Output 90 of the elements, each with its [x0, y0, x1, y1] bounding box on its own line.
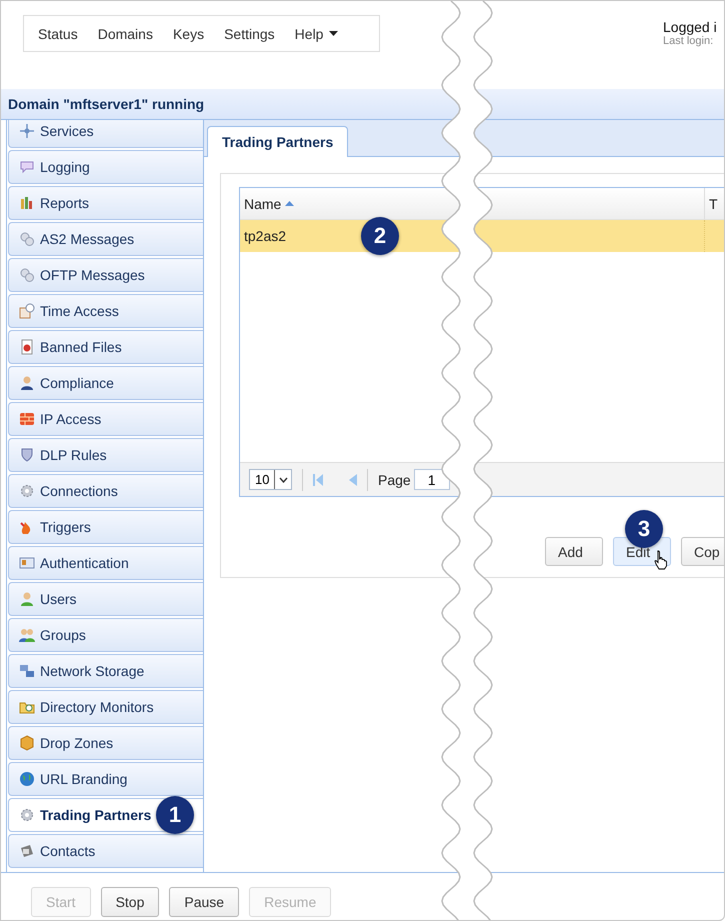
sidebar-item[interactable]: URL Branding: [8, 762, 203, 796]
bar-chart-icon: [19, 195, 35, 211]
sidebar-item-label: Network Storage: [40, 663, 144, 679]
sidebar-item[interactable]: Triggers: [8, 510, 203, 544]
firewall-icon: [19, 411, 35, 427]
page-size-select[interactable]: 10: [249, 469, 292, 490]
sidebar-item[interactable]: Contacts: [8, 834, 203, 868]
sidebar-item-label: Users: [40, 591, 77, 607]
step-badge: 3: [625, 510, 663, 548]
gear-icon: [19, 483, 35, 499]
column-header[interactable]: Name: [240, 188, 704, 219]
sidebar-item[interactable]: Time Access: [8, 294, 203, 328]
table-cell-text: tp2as2: [243, 227, 288, 246]
sidebar-item-label: Time Access: [40, 303, 119, 319]
sidebar-item-label: Groups: [40, 627, 86, 643]
sidebar-item[interactable]: Network Storage: [8, 654, 203, 688]
sidebar-item-label: Banned Files: [40, 339, 122, 355]
step-badge: 1: [156, 796, 194, 834]
server-control-button[interactable]: Pause: [169, 887, 240, 917]
action-button[interactable]: Add: [545, 537, 603, 566]
id-card-icon: [19, 555, 35, 571]
sidebar-item-label: Directory Monitors: [40, 699, 154, 715]
network-icon: [19, 123, 35, 139]
speech-bubble-icon: [19, 159, 35, 175]
calendar-clock-icon: [19, 303, 35, 319]
sidebar-item-label: OFTP Messages: [40, 267, 145, 283]
last-login-text: Last login:: [663, 35, 714, 47]
logged-in-text: Logged i: [663, 19, 718, 35]
sidebar-item-label: Authentication: [40, 555, 129, 571]
sidebar-item[interactable]: DLP Rules: [8, 438, 203, 472]
sidebar-item-label: Trading Partners: [40, 807, 152, 823]
sidebar-item[interactable]: Drop Zones: [8, 726, 203, 760]
gear-icon: [19, 807, 35, 823]
shield-icon: [19, 447, 35, 463]
domain-title: Domain "mftserver1" running: [8, 96, 204, 112]
sidebar-item-label: Connections: [40, 483, 118, 499]
sidebar-item-label: DLP Rules: [40, 447, 107, 463]
menu-item[interactable]: Domains: [88, 26, 163, 42]
table-row[interactable]: tp2as2 2: [240, 220, 724, 252]
sidebar-item-label: Services: [40, 123, 94, 139]
sidebar-item[interactable]: OFTP Messages: [8, 258, 203, 292]
box-icon: [19, 735, 35, 751]
sidebar-item[interactable]: Users: [8, 582, 203, 616]
banned-file-icon: [19, 339, 35, 355]
sidebar-item-label: Reports: [40, 195, 90, 211]
tab[interactable]: Trading Partners: [207, 126, 348, 157]
sidebar-item[interactable]: Directory Monitors: [8, 690, 203, 724]
sidebar-item-label: Drop Zones: [40, 735, 114, 751]
step-badge: 2: [361, 217, 399, 255]
page-label: Page: [378, 472, 411, 488]
sort-ascending-icon: [285, 201, 294, 206]
sidebar-item-label: Contacts: [40, 843, 96, 859]
sidebar-item[interactable]: Logging: [8, 150, 203, 184]
hand-cursor-icon: [654, 550, 668, 570]
sidebar-item[interactable]: IP Access: [8, 402, 203, 436]
server-control-button[interactable]: Stop: [100, 887, 160, 917]
menu-item[interactable]: Keys: [162, 26, 214, 42]
address-book-icon: [19, 843, 35, 859]
sidebar-item-label: URL Branding: [40, 771, 128, 787]
sidebar-item[interactable]: Trading Partners 1: [8, 798, 203, 832]
menu-item[interactable]: Status: [28, 26, 88, 42]
first-page-icon[interactable]: [313, 474, 323, 486]
sidebar-item-label: Compliance: [40, 375, 114, 391]
action-button[interactable]: Cop: [681, 537, 724, 566]
sidebar-item-label: IP Access: [40, 411, 102, 427]
messages-icon: [19, 267, 35, 283]
sidebar-item[interactable]: Reports: [8, 186, 203, 220]
previous-page-icon[interactable]: [349, 474, 357, 486]
sidebar-item[interactable]: Connections: [8, 474, 203, 508]
sidebar-item-label: AS2 Messages: [40, 231, 134, 247]
menu-item[interactable]: Settings: [214, 26, 285, 42]
sidebar-item[interactable]: Services: [8, 120, 203, 148]
sidebar-item[interactable]: Authentication: [8, 546, 203, 580]
messages-icon: [19, 231, 35, 247]
user-icon: [19, 591, 35, 607]
sidebar-item[interactable]: Groups: [8, 618, 203, 652]
sidebar-item-label: Logging: [40, 159, 90, 175]
computers-icon: [19, 663, 35, 679]
users-icon: [19, 627, 35, 643]
column-header[interactable]: T: [704, 188, 724, 219]
sidebar-item-label: Triggers: [40, 519, 91, 535]
menu-item[interactable]: Help: [284, 26, 348, 42]
chevron-down-icon: [278, 476, 288, 482]
caret-icon: [329, 31, 338, 36]
sidebar-item[interactable]: Banned Files: [8, 330, 203, 364]
sidebar-item[interactable]: AS2 Messages: [8, 222, 203, 256]
sidebar-item[interactable]: Compliance: [8, 366, 203, 400]
page-number-field[interactable]: 1: [414, 469, 450, 490]
person-icon: [19, 375, 35, 391]
globe-icon: [19, 771, 35, 787]
